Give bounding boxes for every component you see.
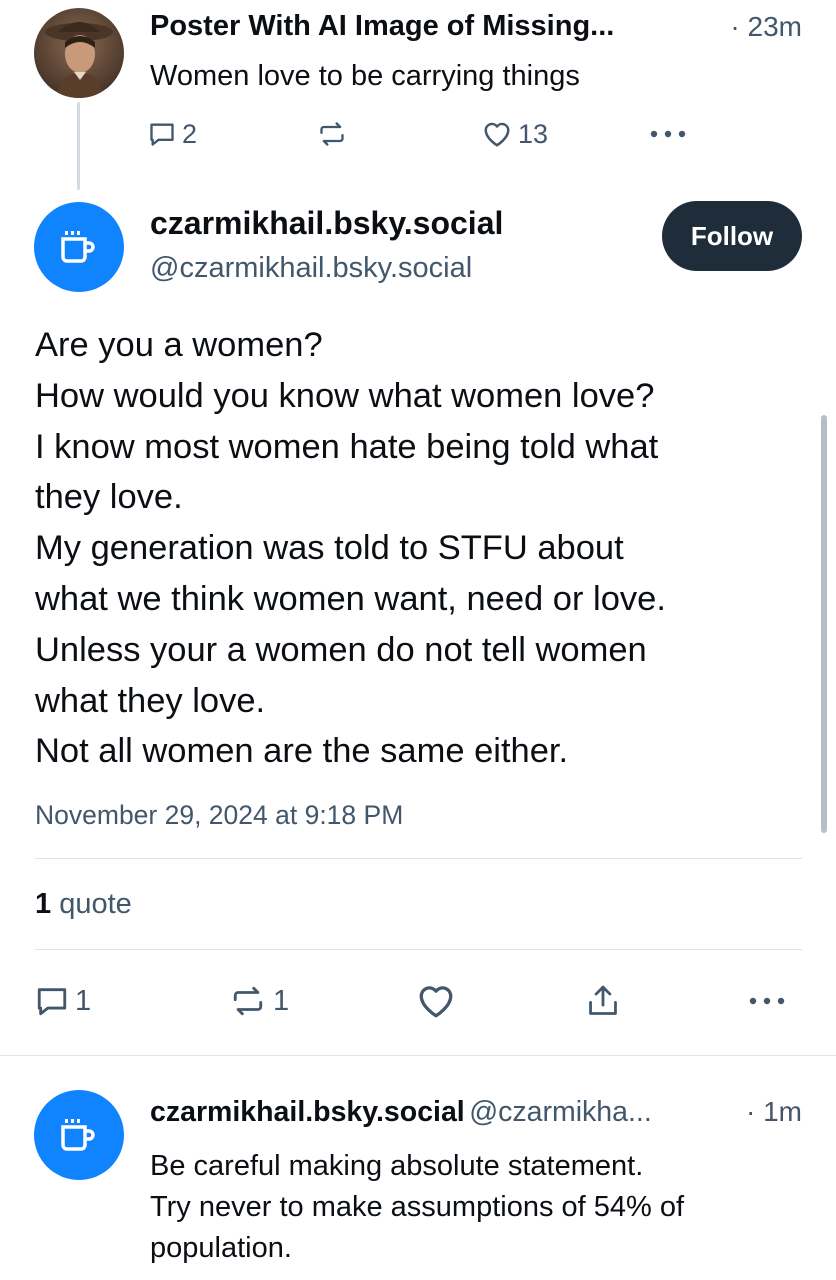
reply-author-avatar[interactable] [34, 1090, 124, 1180]
more-icon [749, 997, 785, 1005]
repost-icon [233, 986, 263, 1016]
post-text-line: How would you know what women love? [35, 376, 655, 415]
comment-icon [37, 988, 67, 1016]
post-text-line: I know most women hate being told what [35, 427, 659, 466]
post-timestamp: November 29, 2024 at 9:18 PM [35, 800, 404, 830]
parent-post-time[interactable]: · 23m [730, 11, 802, 43]
follow-button[interactable]: Follow [662, 201, 802, 271]
reply-time[interactable]: · 1m [746, 1096, 802, 1128]
reply-post[interactable]: czarmikhail.bsky.social @czarmikha... · … [0, 1056, 836, 1280]
reply-header: czarmikhail.bsky.social @czarmikha... · … [150, 1096, 802, 1136]
main-author-avatar[interactable] [34, 202, 124, 292]
post-text-line: what we think women want, need or love. [35, 579, 666, 618]
quote-count: 1 [35, 888, 52, 920]
quote-label: quote [59, 888, 132, 920]
parent-post-actions: 2 13 [148, 114, 808, 154]
post-text-line: Not all women are the same either. [35, 732, 569, 771]
divider [35, 858, 802, 859]
avatar-photo-image [34, 8, 124, 98]
more-options-button[interactable] [747, 980, 787, 1022]
post-text-line: My generation was told to STFU about [35, 529, 624, 568]
parent-repost-button[interactable] [316, 114, 348, 154]
post-text-line: Unless your a women do not tell women [35, 630, 647, 669]
parent-reply-count: 2 [182, 118, 198, 149]
parent-like-button[interactable]: 13 [482, 114, 548, 154]
parent-post-header: Poster With AI Image of Missing... · 23m [150, 10, 802, 50]
divider [35, 949, 802, 950]
reply-text-line: population. [150, 1232, 292, 1264]
parent-like-count: 13 [518, 118, 549, 149]
repost-icon [320, 122, 344, 146]
coffee-mug-icon [61, 1119, 95, 1151]
main-author-handle[interactable]: @czarmikhail.bsky.social [150, 252, 472, 285]
parent-reply-button[interactable]: 2 [148, 114, 197, 154]
reply-button[interactable]: 1 [35, 980, 91, 1022]
reply-author-name[interactable]: czarmikhail.bsky.social [150, 1096, 465, 1128]
scrollbar[interactable] [821, 415, 827, 833]
coffee-mug-icon [61, 231, 95, 263]
more-icon [650, 130, 686, 138]
main-post-text: Are you a women? How would you know what… [35, 320, 825, 777]
share-icon [589, 985, 617, 1015]
repost-count: 1 [273, 984, 290, 1017]
reply-text-line: Be careful making absolute statement. [150, 1150, 644, 1182]
reply-text-line: Try never to make assumptions of 54% of [150, 1191, 685, 1223]
reply-count: 1 [75, 984, 92, 1017]
main-post-actions: 1 1 [35, 980, 802, 1022]
quote-count-link[interactable]: 1 quote [35, 888, 132, 921]
main-author-name[interactable]: czarmikhail.bsky.social [150, 205, 503, 242]
parent-more-button[interactable] [648, 114, 688, 154]
heart-icon [484, 122, 510, 147]
reply-text: Be careful making absolute statement. Tr… [150, 1146, 810, 1269]
post-text-line: what they love. [35, 681, 266, 720]
thread-line [77, 102, 80, 190]
parent-post-text: Women love to be carrying things [150, 60, 580, 92]
parent-post[interactable]: Poster With AI Image of Missing... · 23m… [0, 0, 836, 190]
repost-button[interactable]: 1 [229, 980, 289, 1022]
comment-icon [150, 123, 174, 146]
like-button[interactable] [416, 980, 456, 1022]
share-button[interactable] [586, 980, 620, 1022]
parent-author-avatar[interactable] [34, 8, 124, 98]
reply-author-handle[interactable]: @czarmikha... [469, 1096, 652, 1128]
post-text-line: Are you a women? [35, 326, 323, 364]
parent-author-name[interactable]: Poster With AI Image of Missing... [150, 10, 614, 43]
post-text-line: they love. [35, 478, 183, 517]
heart-icon [419, 986, 453, 1018]
